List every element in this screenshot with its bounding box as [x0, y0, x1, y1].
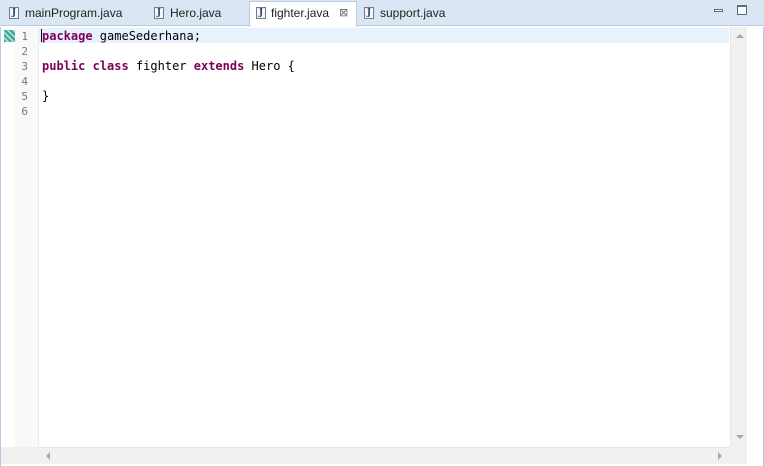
scroll-up-icon[interactable] [736, 34, 744, 38]
gutter-bottom [1, 447, 39, 464]
tab-label: mainProgram.java [25, 6, 123, 20]
scrollbar-corner [730, 447, 747, 464]
java-file-icon: J [364, 7, 374, 19]
java-file-icon: J [256, 7, 266, 19]
minimize-icon[interactable] [713, 4, 725, 16]
close-icon[interactable]: ⊠ [339, 2, 348, 24]
tab-hero-java[interactable]: J Hero.java [148, 2, 248, 26]
line-number-gutter: 1 2 3 4 5 6 [15, 27, 39, 447]
tab-label: Hero.java [170, 6, 222, 20]
code-token: fighter [128, 59, 194, 73]
horizontal-scrollbar[interactable] [39, 447, 730, 464]
code-text-area[interactable]: package gameSederhana; public class fight… [39, 27, 729, 447]
editor-right-margin [747, 27, 763, 464]
scroll-left-icon[interactable] [46, 452, 50, 460]
keyword-token: class [92, 59, 129, 73]
editor-tab-bar: J mainProgram.java J Hero.java J fighter… [0, 0, 764, 27]
code-token: } [42, 89, 50, 103]
line-number: 1 [21, 30, 28, 43]
change-marker-icon [4, 30, 15, 42]
code-line[interactable]: } [42, 89, 49, 104]
tab-fighter-java[interactable]: J fighter.java ⊠ [249, 1, 357, 27]
tab-mainprogram-java[interactable]: J mainProgram.java [3, 2, 145, 26]
line-number: 2 [21, 45, 28, 58]
tab-label: fighter.java [271, 6, 330, 20]
line-number: 5 [21, 90, 28, 103]
java-file-icon: J [9, 7, 19, 19]
scroll-down-icon[interactable] [736, 435, 744, 439]
keyword-token: public [42, 59, 86, 73]
line-number: 6 [21, 105, 28, 118]
maximize-icon[interactable] [736, 4, 748, 16]
vertical-scrollbar[interactable] [730, 27, 747, 447]
line-number: 3 [21, 60, 28, 73]
code-token: Hero { [244, 59, 295, 73]
scroll-right-icon[interactable] [718, 452, 722, 460]
code-token: gameSederhana; [92, 29, 201, 43]
tab-label: support.java [380, 6, 446, 20]
tab-support-java[interactable]: J support.java [358, 2, 470, 26]
code-line[interactable]: public class fighter extends Hero { [42, 59, 295, 74]
code-line[interactable]: package gameSederhana; [42, 29, 201, 44]
line-number: 4 [21, 75, 28, 88]
code-editor[interactable]: 1 2 3 4 5 6 package gameSederhana; public clas… [0, 27, 764, 466]
overview-ruler [1, 27, 15, 447]
java-file-icon: J [154, 7, 164, 19]
keyword-token: extends [193, 59, 245, 73]
keyword-token: package [42, 29, 93, 43]
